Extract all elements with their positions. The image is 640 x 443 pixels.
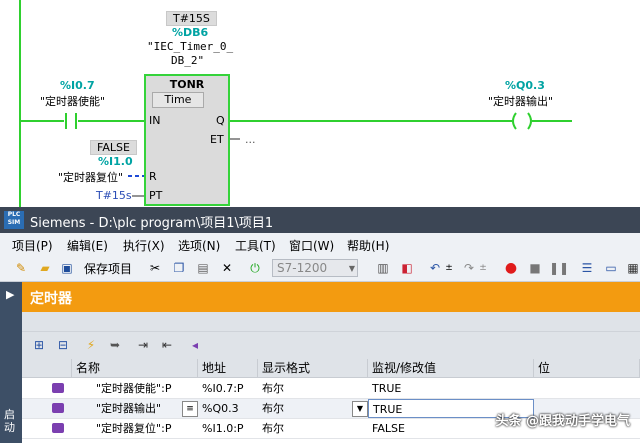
row-name[interactable]: "定时器复位":P [92,419,198,438]
plcsim-app-icon: PLC SIM [4,211,24,229]
output-address: %Q0.3 [505,79,545,92]
new-project-icon[interactable]: ✎ [12,259,30,277]
power-icon[interactable]: ⏻ [246,259,264,277]
undo-dropdown-icon[interactable]: ± [444,259,454,277]
add-row-icon[interactable]: ⊞ [30,336,48,354]
pin-pt: PT [149,189,163,202]
watermark: 头条 @跟我动手学电气 [495,414,630,429]
block-subtype[interactable]: Time [152,92,204,108]
row-format[interactable]: 布尔 [258,419,368,438]
col-address[interactable]: 地址 [198,359,258,378]
input-name: "定时器使能" [40,95,106,108]
menu-execute[interactable]: 执行(X) [123,237,165,254]
tonr-block[interactable]: TONR Time IN Q ET R PT [144,74,230,206]
modify-trigger-icon[interactable]: ➥ [106,336,124,354]
table-row[interactable]: "定时器使能":P %I0.7:P 布尔 TRUE [22,379,640,399]
save-project-button[interactable]: 保存项目 [80,259,136,277]
output-name: "定时器输出" [488,95,554,108]
tag-icon [52,403,64,413]
redo-icon[interactable]: ↷ [460,259,478,277]
input-address: %I0.7 [60,79,95,92]
split-vertical-icon[interactable]: ▭ [602,259,620,277]
format-dropdown-icon[interactable]: ▼ [352,401,368,417]
col-monitor-value[interactable]: 监视/修改值 [368,359,534,378]
menu-tools[interactable]: 工具(T) [235,237,276,254]
cpu-select-value: S7-1200 [277,261,328,275]
save-icon[interactable]: ▣ [58,259,76,277]
row-address[interactable]: %Q0.3 [198,399,258,418]
tag-icon[interactable]: ◂ [186,336,204,354]
pin-in: IN [149,114,161,127]
open-project-icon[interactable]: ▰ [36,259,54,277]
row-format[interactable]: 布尔 [258,399,350,418]
cut-icon[interactable]: ✂ [146,259,164,277]
row-format[interactable]: 布尔 [258,379,368,398]
menu-project[interactable]: 项目(P) [12,237,53,254]
stop-icon[interactable]: ■ [526,259,544,277]
pause-icon[interactable]: ❚❚ [549,259,569,277]
force-icon[interactable]: ⇥ [134,336,152,354]
db-name-line2: DB_2" [171,54,205,67]
menu-window[interactable]: 窗口(W) [289,237,334,254]
reset-state: FALSE [90,140,137,155]
pin-q: Q [216,114,225,127]
menu-options[interactable]: 选项(N) [178,237,220,254]
db-name-line1: "IEC_Timer_0_ [147,40,234,53]
timer-constant-label: T#15S [166,11,217,26]
db-address: %DB6 [172,26,209,39]
unforce-icon[interactable]: ⇤ [158,336,176,354]
plcsim-window: PLC SIM Siemens - D:\plc program\项目1\项目1… [0,207,640,443]
tag-icon [52,423,64,433]
insert-row-icon[interactable]: ⊟ [54,336,72,354]
pin-et: ET [210,133,224,146]
col-bit[interactable]: 位 [534,359,640,378]
paste-icon[interactable]: ▤ [194,259,212,277]
et-value: ... [245,133,256,146]
col-name[interactable]: 名称 [72,359,198,378]
modify-now-icon[interactable]: ⚡ [82,336,100,354]
redo-dropdown-icon[interactable]: ± [478,259,488,277]
pt-value: T#15s [96,189,132,202]
record-icon[interactable]: ● [502,259,520,277]
col-format[interactable]: 显示格式 [258,359,368,378]
row-name[interactable]: "定时器使能":P [92,379,198,398]
menu-help[interactable]: 帮助(H) [347,237,389,254]
reset-name: "定时器复位" [58,171,124,184]
side-label[interactable]: 启动 [4,408,18,434]
split-horizontal-icon[interactable]: ☰ [578,259,596,277]
row-address[interactable]: %I1.0:P [198,419,258,438]
window-title: Siemens - D:\plc program\项目1\项目1 [30,216,274,231]
ladder-diagram: T#15S %DB6 "IEC_Timer_0_ DB_2" %I0.7 "定时… [0,0,640,207]
tag-table: 名称 地址 显示格式 监视/修改值 位 "定时器使能":P %I0.7:P 布尔… [22,359,640,443]
list-icon[interactable]: ≡ [182,401,198,417]
row-address[interactable]: %I0.7:P [198,379,258,398]
window-layout-icon[interactable]: ▦ [626,259,640,277]
row-name[interactable]: "定时器输出" [92,399,182,418]
chevron-down-icon[interactable]: ▼ [346,259,358,277]
undo-icon[interactable]: ↶ [426,259,444,277]
title-bar[interactable]: PLC SIM Siemens - D:\plc program\项目1\项目1 [0,207,640,233]
panel-title: 定时器 [30,291,72,307]
side-strip: ▶ 启动 [0,282,22,443]
io-icon[interactable]: ▥ [374,259,392,277]
tag-icon [52,383,64,393]
menu-edit[interactable]: 编辑(E) [67,237,108,254]
expand-icon[interactable]: ▶ [6,288,14,301]
menu-bar: 项目(P) 编辑(E) 执行(X) 选项(N) 工具(T) 窗口(W) 帮助(H… [0,233,640,255]
row-value[interactable]: TRUE [368,379,534,398]
reset-address: %I1.0 [98,155,133,168]
table-toolbar: ⊞ ⊟ ⚡ ➥ ⇥ ⇤ ◂ [22,331,640,360]
delete-icon[interactable]: ✕ [218,259,236,277]
tag-table-icon[interactable]: ◧ [398,259,416,277]
panel-header: 定时器 [22,282,640,312]
block-type: TONR [169,78,205,91]
main-toolbar: ✎ ▰ ▣ 保存项目 ✂ ❐ ▤ ✕ ⏻ S7-1200 ▼ ▥ ◧ ↶ ± ↷… [0,255,640,282]
header-spacer [22,359,72,378]
copy-icon[interactable]: ❐ [170,259,188,277]
pin-r: R [149,170,157,183]
